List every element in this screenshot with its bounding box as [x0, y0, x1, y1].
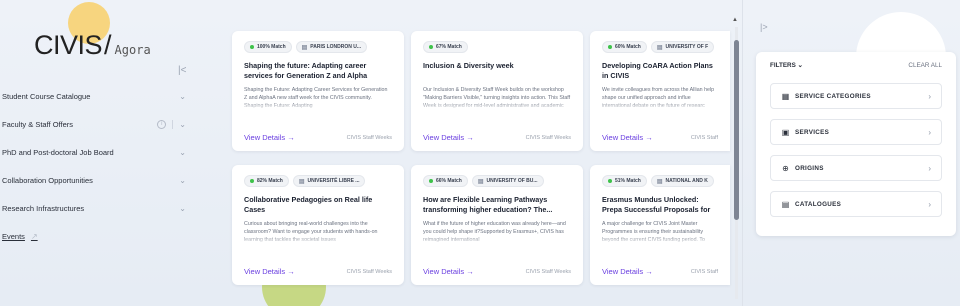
collapse-sidebar-icon[interactable]: |< — [178, 65, 186, 76]
filters-toggle[interactable]: FILTERS ⌄ — [770, 62, 803, 69]
card-source: CIVIS Staff Weeks — [346, 268, 392, 275]
brand-name: CIVIS — [34, 30, 103, 60]
view-details-link[interactable]: View Details → — [423, 133, 474, 142]
chevron-down-icon: ⌄ — [179, 91, 186, 101]
chevron-down-icon: ⌄ — [179, 119, 186, 129]
chevron-down-icon: ⌄ — [179, 175, 186, 185]
filter-services[interactable]: ▣ SERVICES › — [770, 119, 942, 145]
clear-all-button[interactable]: CLEAR ALL — [908, 62, 942, 69]
match-dot-icon — [429, 179, 433, 183]
chevron-right-icon: › — [928, 91, 931, 101]
brand-sub: Agora — [114, 43, 151, 57]
university-badge: ▤ UNIVERSITY OF F — [650, 41, 715, 53]
match-badge: 100% Match — [244, 41, 292, 53]
brand-slash: / — [104, 30, 112, 60]
filter-catalogues[interactable]: ▤ CATALOGUES › — [770, 191, 942, 217]
grid-icon: ▦ — [781, 91, 790, 101]
offer-card[interactable]: 66% Match ▤ UNIVERSITY OF BU... How are F… — [411, 165, 583, 285]
card-source: CIVIS Staff Weeks — [525, 268, 571, 275]
sidebar-item-label: Student Course Catalogue — [2, 91, 91, 101]
view-details-link[interactable]: View Details → — [423, 267, 474, 276]
sidebar-item-label: Faculty & Staff Offers — [2, 119, 74, 129]
match-badge: 66% Match — [423, 175, 468, 187]
building-icon: ▤ — [477, 178, 484, 185]
card-source: CIVIS Staff — [690, 134, 718, 141]
card-title: Collaborative Pedagogies on Real life Ca… — [244, 195, 373, 215]
match-dot-icon — [429, 45, 433, 49]
sidebar-nav: Student Course Catalogue ⌄ Faculty & Sta… — [0, 82, 196, 250]
chevron-right-icon: › — [928, 127, 931, 137]
card-title: Inclusion & Diversity week — [423, 61, 514, 70]
card-title: Erasmus Mundus Unlocked: Prepa Successfu… — [602, 195, 711, 215]
match-dot-icon — [250, 179, 254, 183]
logo[interactable]: CIVIS / Agora — [34, 30, 151, 61]
card-title: How are Flexible Learning Pathways trans… — [423, 195, 553, 215]
view-details-link[interactable]: View Details → — [244, 267, 295, 276]
sidebar-item-events[interactable]: Events ↗ — [0, 222, 196, 250]
sidebar-item-label: PhD and Post-doctoral Job Board — [2, 147, 114, 157]
panel-divider — [742, 0, 743, 306]
expand-panel-icon[interactable]: |> — [760, 22, 768, 32]
card-source: CIVIS Staff — [690, 268, 718, 275]
chevron-right-icon: › — [928, 163, 931, 173]
external-link-icon: ↗ — [30, 231, 38, 241]
chevron-down-icon: ⌄ — [179, 147, 186, 157]
card-title: Developing CoARA Action Plans in CIVIS — [602, 61, 713, 81]
divider — [172, 119, 174, 129]
sidebar-item-phd-job-board[interactable]: PhD and Post-doctoral Job Board ⌄ — [0, 138, 196, 166]
view-details-link[interactable]: View Details → — [602, 267, 653, 276]
chevron-right-icon: › — [928, 199, 931, 209]
sidebar-item-research-infrastructures[interactable]: Research Infrastructures ⌄ — [0, 194, 196, 222]
card-source: CIVIS Staff Weeks — [346, 134, 392, 141]
sidebar-item-label: Research Infrastructures — [2, 203, 85, 213]
match-badge: 60% Match — [602, 41, 647, 53]
info-icon[interactable]: i — [157, 119, 167, 129]
offer-card[interactable]: 51% Match ▤ NATIONAL AND K Erasmus Mundus… — [590, 165, 730, 285]
match-dot-icon — [250, 45, 254, 49]
university-badge: ▤ UNIVERSITÉ LIBRE ... — [292, 175, 366, 187]
card-description: We invite colleagues from across the All… — [602, 87, 715, 110]
card-description: Shaping the Future: Adapting Career Serv… — [244, 87, 388, 110]
match-dot-icon — [608, 45, 612, 49]
filter-origins[interactable]: ⊕ ORIGINS › — [770, 155, 942, 181]
offer-card[interactable]: 82% Match ▤ UNIVERSITÉ LIBRE ... Collabor… — [232, 165, 404, 285]
university-badge: ▤ UNIVERSITY OF BU... — [471, 175, 544, 187]
globe-icon: ⊕ — [782, 163, 789, 173]
offer-card[interactable]: 60% Match ▤ UNIVERSITY OF F Developing Co… — [590, 31, 730, 151]
building-icon: ▤ — [298, 178, 305, 185]
card-description: A major challenge for CIVIS Joint Master… — [602, 221, 705, 244]
sidebar-item-faculty-staff-offers[interactable]: Faculty & Staff Offers i ⌄ — [0, 110, 196, 138]
offer-card[interactable]: 67% Match Inclusion & Diversity week Our… — [411, 31, 583, 151]
match-badge: 82% Match — [244, 175, 289, 187]
view-details-link[interactable]: View Details → — [602, 133, 653, 142]
card-description: What if the future of higher education w… — [423, 221, 566, 244]
building-icon: ▤ — [656, 44, 663, 51]
scrollbar-thumb[interactable] — [734, 40, 739, 220]
chevron-down-icon: ⌄ — [797, 62, 803, 69]
events-link[interactable]: Events — [2, 232, 25, 241]
briefcase-icon: ▣ — [781, 127, 790, 137]
sidebar-item-collaboration-opportunities[interactable]: Collaboration Opportunities ⌄ — [0, 166, 196, 194]
view-details-link[interactable]: View Details → — [244, 133, 295, 142]
card-title: Shaping the future: Adapting career serv… — [244, 61, 368, 81]
building-icon: ▤ — [656, 178, 663, 185]
university-badge: ▤ NATIONAL AND K — [650, 175, 714, 187]
match-badge: 51% Match — [602, 175, 647, 187]
university-badge: ▤ PARIS LONDRON U... — [295, 41, 368, 53]
card-source: CIVIS Staff Weeks — [525, 134, 571, 141]
card-description: Curious about bringing real-world challe… — [244, 221, 378, 244]
card-description: Our Inclusion & Diversity Staff Week bui… — [423, 87, 571, 110]
sidebar-item-label: Collaboration Opportunities — [2, 175, 93, 185]
building-icon: ▤ — [301, 44, 308, 51]
offer-card[interactable]: 100% Match ▤ PARIS LONDRON U... Shaping t… — [232, 31, 404, 151]
document-icon: ▤ — [781, 199, 790, 209]
match-dot-icon — [608, 179, 612, 183]
scroll-up-arrow-icon[interactable]: ▲ — [732, 17, 738, 23]
filters-panel: FILTERS ⌄ CLEAR ALL ▦ SERVICE CATEGORIES … — [756, 52, 956, 236]
chevron-down-icon: ⌄ — [179, 203, 186, 213]
filter-service-categories[interactable]: ▦ SERVICE CATEGORIES › — [770, 83, 942, 109]
sidebar-item-student-course-catalogue[interactable]: Student Course Catalogue ⌄ — [0, 82, 196, 110]
match-badge: 67% Match — [423, 41, 468, 53]
